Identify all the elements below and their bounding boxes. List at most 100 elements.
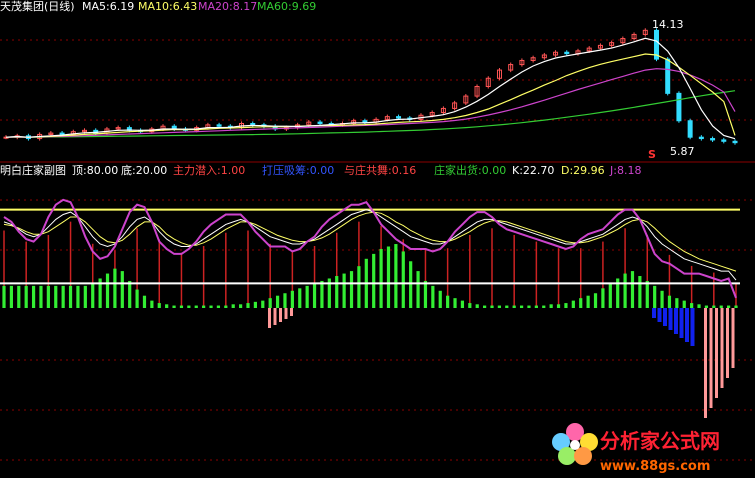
green-bar bbox=[157, 303, 161, 308]
high-price-label: 14.13 bbox=[652, 18, 684, 31]
candle-body bbox=[396, 116, 402, 119]
green-bar bbox=[231, 304, 235, 308]
green-bar bbox=[335, 276, 339, 308]
green-bar bbox=[113, 268, 117, 308]
green-bar bbox=[490, 305, 494, 308]
green-bar bbox=[275, 295, 280, 308]
green-bar bbox=[623, 273, 627, 308]
green-bar bbox=[172, 305, 176, 308]
green-bar bbox=[653, 285, 657, 308]
blue-bar bbox=[679, 308, 684, 338]
ma20-line bbox=[5, 68, 736, 138]
pink-bar bbox=[709, 308, 713, 408]
green-bar bbox=[549, 304, 553, 308]
green-bar bbox=[253, 301, 257, 308]
candle-body bbox=[362, 120, 368, 123]
pink-bar bbox=[726, 308, 729, 378]
green-bar bbox=[682, 300, 686, 308]
green-bar bbox=[468, 303, 472, 308]
green-bar bbox=[712, 305, 716, 308]
pink-bar bbox=[720, 308, 724, 388]
green-bar bbox=[187, 305, 191, 308]
yuzhuang-gongwu: 与庄共舞:0.16 bbox=[344, 163, 416, 177]
zhuli-qianru: 主力潜入:1.00 bbox=[173, 163, 245, 177]
candle-body bbox=[698, 136, 704, 140]
green-bar bbox=[534, 305, 538, 308]
pink-bar bbox=[273, 308, 277, 325]
lower-grid bbox=[0, 199, 755, 461]
green-bar bbox=[446, 295, 450, 308]
upper-grid bbox=[0, 39, 755, 121]
green-bar bbox=[512, 305, 516, 308]
green-bar bbox=[667, 295, 672, 308]
green-bar bbox=[61, 285, 65, 308]
green-bar bbox=[24, 285, 28, 308]
top-value: 顶:80.00 bbox=[72, 164, 118, 177]
blue-bar bbox=[663, 308, 667, 326]
ma60-label: MA60:9.69 bbox=[257, 0, 316, 13]
green-bar bbox=[704, 305, 709, 308]
green-bar bbox=[372, 253, 376, 308]
candle-body bbox=[732, 140, 738, 144]
candle-body bbox=[59, 132, 65, 135]
blue-bar bbox=[652, 308, 656, 318]
candle-body bbox=[250, 122, 256, 126]
candle-body bbox=[721, 139, 727, 142]
j-value: J:8.18 bbox=[609, 164, 641, 177]
green-bar bbox=[290, 290, 294, 308]
green-bar bbox=[527, 305, 531, 308]
green-bar bbox=[416, 271, 420, 308]
green-bar bbox=[483, 305, 487, 308]
green-bar bbox=[150, 300, 154, 308]
green-bar bbox=[386, 246, 391, 308]
green-bar bbox=[105, 273, 110, 308]
lower-bars bbox=[2, 221, 738, 418]
candle-body bbox=[317, 121, 323, 124]
green-bar bbox=[660, 290, 664, 308]
pink-bar bbox=[704, 308, 707, 418]
daya-xichou: 打压吸筹:0.00 bbox=[262, 163, 334, 177]
green-bar bbox=[601, 288, 605, 308]
chart-canvas: 天茂集团(日线) MA5:6.19 MA10:6.43 MA20:8.17 MA… bbox=[0, 0, 755, 474]
ma5-label: MA5:6.19 bbox=[82, 0, 134, 13]
green-bar bbox=[505, 305, 509, 308]
green-bar bbox=[68, 285, 73, 308]
green-bar bbox=[475, 304, 479, 308]
green-bar bbox=[135, 289, 139, 308]
green-bar bbox=[216, 305, 221, 308]
green-bar bbox=[734, 305, 738, 308]
pink-bar bbox=[268, 308, 271, 328]
green-bar bbox=[453, 298, 457, 308]
green-bar bbox=[202, 305, 206, 308]
green-bar bbox=[697, 304, 701, 308]
green-bar bbox=[357, 266, 361, 308]
green-bar bbox=[542, 305, 546, 308]
green-bar bbox=[246, 303, 250, 308]
ma10-line bbox=[5, 53, 736, 138]
green-bar bbox=[638, 276, 642, 308]
green-bar bbox=[209, 305, 213, 308]
green-bar bbox=[727, 305, 731, 308]
green-bar bbox=[675, 298, 679, 308]
green-bar bbox=[571, 300, 575, 308]
green-bar bbox=[2, 285, 6, 308]
watermark-main: 分析家公式网 bbox=[600, 429, 720, 453]
green-bar bbox=[379, 248, 383, 308]
green-bar bbox=[9, 285, 13, 308]
green-bar bbox=[239, 304, 243, 308]
green-bar bbox=[401, 251, 405, 308]
blue-bar bbox=[668, 308, 673, 330]
green-bar bbox=[719, 305, 723, 308]
sell-signal: S bbox=[648, 148, 656, 161]
green-bar bbox=[91, 283, 95, 308]
green-bar bbox=[39, 285, 43, 308]
green-bar bbox=[83, 285, 87, 308]
green-bar bbox=[305, 285, 309, 308]
candle-body bbox=[564, 51, 570, 55]
green-bar bbox=[283, 293, 287, 308]
pink-bar bbox=[290, 308, 293, 316]
low-price-label: 5.87 bbox=[670, 145, 695, 158]
green-bar bbox=[261, 300, 265, 308]
green-bar bbox=[394, 244, 398, 308]
green-bar bbox=[128, 280, 132, 308]
